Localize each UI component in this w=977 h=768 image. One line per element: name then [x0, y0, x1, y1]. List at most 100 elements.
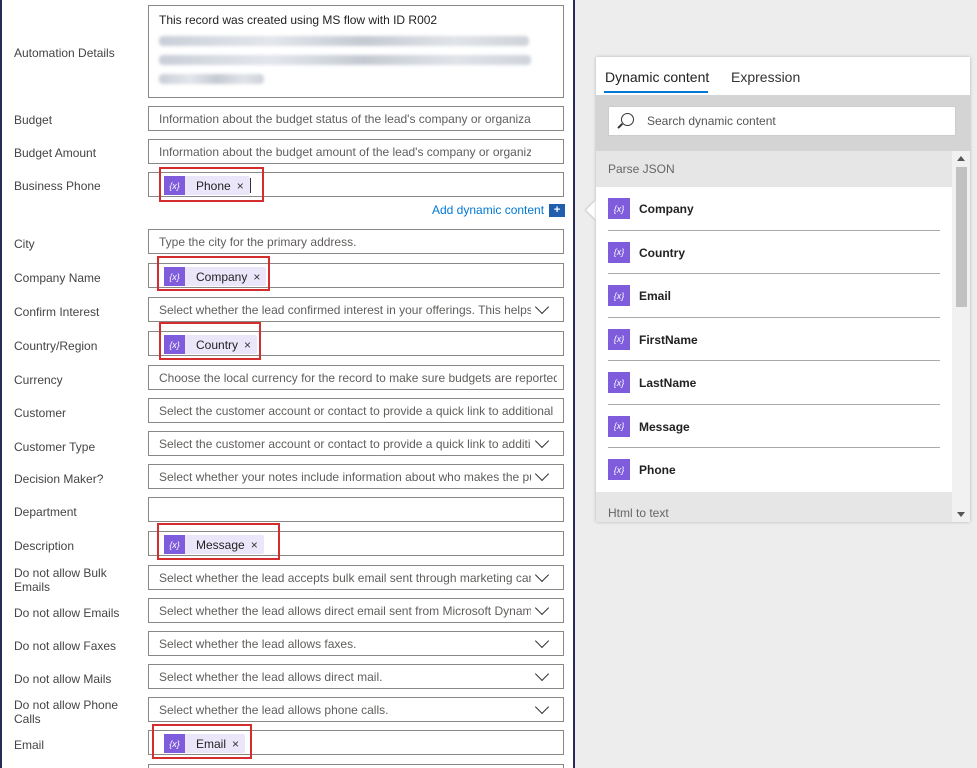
dynamic-token-icon: {x}: [608, 459, 630, 480]
tab-dynamic-content[interactable]: Dynamic content: [605, 69, 709, 85]
currency-field[interactable]: Choose the local currency for the record…: [148, 365, 564, 390]
bulk-emails-label: Do not allow Bulk Emails: [14, 566, 107, 594]
search-placeholder: Search dynamic content: [647, 114, 776, 128]
city-field[interactable]: Type the city for the primary address.: [148, 229, 564, 254]
chevron-down-icon[interactable]: [534, 466, 550, 482]
mails-placeholder: Select whether the lead allows direct ma…: [159, 670, 383, 684]
decision-maker-placeholder: Select whether your notes include inform…: [159, 470, 531, 484]
list-item[interactable]: {x} Phone: [596, 448, 952, 492]
list-item[interactable]: {x} Country: [596, 231, 952, 274]
email-label: Email: [14, 738, 45, 752]
list-item[interactable]: {x} LastName: [596, 361, 952, 405]
scroll-down-icon[interactable]: [957, 512, 965, 517]
blurred-url-line: [159, 74, 264, 84]
dynamic-content-list: Parse JSON {x} Company {x} Country {x} Emai…: [596, 151, 952, 522]
list-item-label: FirstName: [639, 332, 698, 347]
automation-details-label: Automation Details: [14, 46, 115, 60]
search-icon: [621, 113, 634, 126]
dynamic-token-icon: {x}: [608, 285, 630, 306]
list-item-label: Message: [639, 419, 690, 434]
budget-field[interactable]: Information about the budget status of t…: [148, 106, 564, 131]
dynamic-token-icon: {x}: [608, 372, 630, 393]
decision-maker-label: Decision Maker?: [14, 472, 104, 486]
phone-calls-dropdown[interactable]: Select whether the lead allows phone cal…: [148, 697, 564, 722]
customer-type-label: Customer Type: [14, 440, 96, 454]
section-html-to-text[interactable]: Html to text: [596, 492, 952, 522]
dynamic-token-icon: {x}: [608, 415, 630, 437]
list-item[interactable]: {x} FirstName: [596, 318, 952, 361]
add-dynamic-content-label: Add dynamic content: [432, 203, 545, 217]
description-label: Description: [14, 539, 75, 553]
next-field[interactable]: [148, 764, 564, 768]
highlight-box: [157, 256, 270, 291]
list-item[interactable]: {x} Company: [596, 187, 952, 231]
confirm-interest-dropdown[interactable]: Select whether the lead confirmed intere…: [148, 297, 564, 322]
customer-type-placeholder: Select the customer account or contact t…: [159, 437, 531, 451]
list-item-label: Company: [639, 202, 694, 216]
budget-amount-field[interactable]: Information about the budget amount of t…: [148, 139, 564, 164]
chevron-down-icon[interactable]: [534, 433, 550, 449]
budget-placeholder: Information about the budget status of t…: [159, 112, 531, 126]
decision-maker-dropdown[interactable]: Select whether your notes include inform…: [148, 464, 564, 489]
panel-tabs: Dynamic content Expression: [596, 57, 970, 95]
automation-details-text: This record was created using MS flow wi…: [159, 13, 438, 27]
tab-expression[interactable]: Expression: [731, 69, 800, 85]
chevron-down-icon[interactable]: [534, 633, 550, 649]
chevron-down-icon[interactable]: [534, 567, 550, 583]
panel-scrollbar[interactable]: [952, 151, 970, 522]
list-item-label: Country: [639, 245, 685, 260]
company-name-label: Company Name: [14, 271, 101, 285]
budget-amount-label: Budget Amount: [14, 146, 97, 160]
country-region-label: Country/Region: [14, 339, 98, 353]
currency-label: Currency: [14, 373, 63, 387]
bulk-emails-dropdown[interactable]: Select whether the lead accepts bulk ema…: [148, 565, 564, 590]
emails-dropdown[interactable]: Select whether the lead allows direct em…: [148, 598, 564, 623]
customer-field[interactable]: Select the customer account or contact t…: [148, 398, 564, 423]
customer-placeholder: Select the customer account or contact t…: [159, 404, 557, 418]
confirm-interest-placeholder: Select whether the lead confirmed intere…: [159, 303, 531, 317]
faxes-label: Do not allow Faxes: [14, 639, 117, 653]
dynamic-token-icon: {x}: [608, 198, 630, 219]
customer-type-dropdown[interactable]: Select the customer account or contact t…: [148, 431, 564, 456]
list-item[interactable]: {x} Email: [596, 274, 952, 318]
automation-details-field[interactable]: This record was created using MS flow wi…: [148, 5, 564, 98]
department-field[interactable]: [148, 497, 564, 522]
blurred-url-line: [159, 55, 531, 65]
emails-placeholder: Select whether the lead allows direct em…: [159, 604, 531, 618]
mails-label: Do not allow Mails: [14, 672, 112, 686]
phone-calls-label: Do not allow Phone Calls: [14, 698, 119, 726]
chevron-down-icon[interactable]: [534, 600, 550, 616]
blurred-url-line: [159, 36, 529, 46]
section-parse-json[interactable]: Parse JSON: [596, 151, 952, 187]
dynamic-token-icon: {x}: [608, 241, 630, 263]
list-item[interactable]: {x} Message: [596, 405, 952, 448]
search-input[interactable]: Search dynamic content: [608, 106, 956, 136]
city-label: City: [14, 237, 35, 251]
highlight-box: [159, 322, 261, 360]
dynamic-token-icon: {x}: [608, 328, 630, 350]
list-item-label: Phone: [639, 463, 676, 477]
emails-label: Do not allow Emails: [14, 606, 120, 620]
chevron-down-icon[interactable]: [534, 699, 550, 715]
chevron-down-icon[interactable]: [534, 299, 550, 315]
list-item-label: LastName: [639, 376, 697, 390]
search-area: Search dynamic content: [596, 95, 970, 151]
add-dynamic-content-link[interactable]: Add dynamic content +: [432, 203, 566, 217]
add-plus-icon: +: [549, 203, 566, 217]
dynamic-content-panel: Dynamic content Expression Search dynami…: [596, 57, 970, 522]
scrollbar-thumb[interactable]: [956, 167, 967, 307]
customer-label: Customer: [14, 406, 67, 420]
business-phone-label: Business Phone: [14, 179, 101, 193]
budget-amount-placeholder: Information about the budget amount of t…: [159, 145, 531, 159]
phone-calls-placeholder: Select whether the lead allows phone cal…: [159, 703, 389, 717]
confirm-interest-label: Confirm Interest: [14, 305, 100, 319]
list-item-label: Email: [639, 289, 672, 303]
highlight-box: [157, 523, 280, 560]
highlight-box: [159, 167, 264, 202]
scroll-up-icon[interactable]: [957, 156, 965, 161]
faxes-placeholder: Select whether the lead allows faxes.: [159, 637, 357, 651]
faxes-dropdown[interactable]: Select whether the lead allows faxes.: [148, 631, 564, 656]
chevron-down-icon[interactable]: [534, 666, 550, 682]
mails-dropdown[interactable]: Select whether the lead allows direct ma…: [148, 664, 564, 689]
bulk-emails-placeholder: Select whether the lead accepts bulk ema…: [159, 571, 531, 585]
